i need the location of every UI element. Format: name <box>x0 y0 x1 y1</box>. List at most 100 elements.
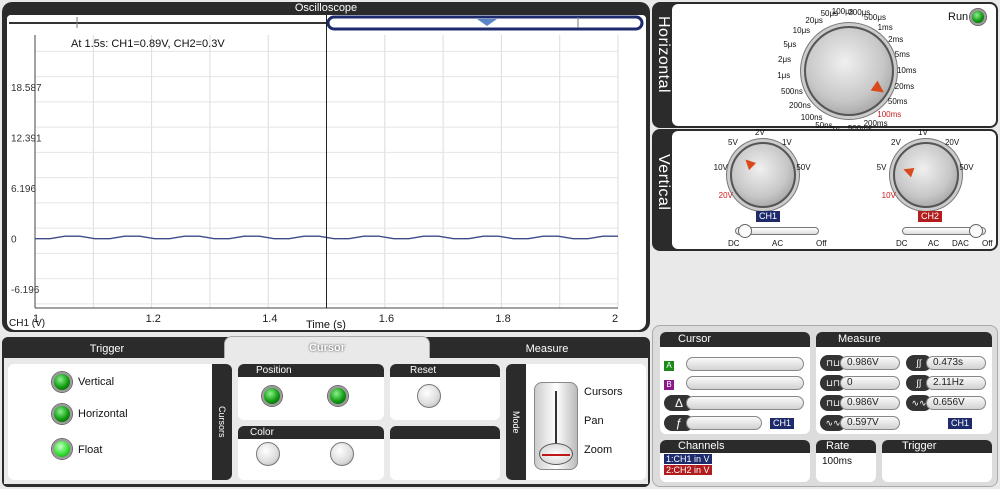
x-axis-label: Time (s) <box>306 319 346 330</box>
cursor-panel: Cursor A B Δ ƒ CH1 <box>660 332 810 434</box>
timebase-tick[interactable]: 5ms <box>895 50 910 59</box>
mode-zoom[interactable]: Zoom <box>584 444 612 456</box>
timebase-tick[interactable]: 50μs <box>821 9 839 18</box>
ch2-volts-tick[interactable]: 1V <box>918 128 928 137</box>
cursor-channel-badge[interactable]: CH1 <box>770 418 795 429</box>
cursor-readout: At 1.5s: CH1=0.89V, CH2=0.3V <box>71 38 225 50</box>
timebase-tick[interactable]: 100ns <box>801 113 823 122</box>
ch1-coupling-thumb[interactable] <box>738 224 752 238</box>
measure-value: 0 <box>840 376 900 390</box>
horizontal-led[interactable] <box>52 404 72 424</box>
measure-value: 0.473s <box>926 356 986 370</box>
timebase-tick[interactable]: 50ms <box>888 97 908 106</box>
ch2-ac-label: AC <box>928 239 940 248</box>
ch2-coupling-thumb[interactable] <box>969 224 983 238</box>
plot-area[interactable]: 18.587 12.391 6.196 0 -6.196 1 1.2 1.4 1.6 1.8 2 A… <box>7 15 646 330</box>
color-group: Color <box>238 426 384 480</box>
channel-2-item[interactable]: 2:CH2 in V <box>664 465 712 475</box>
tab-cursor[interactable]: Cursor <box>224 336 430 358</box>
ch2-volts-tick[interactable]: 5V <box>877 163 887 172</box>
vertical-content: 20V 10V 5V 2V 1V 50V 10V 5V 2V 1V 20V 50V CH1 CH2 D… <box>672 128 996 249</box>
timebase-tick[interactable]: 500ns <box>781 87 803 96</box>
cursor-delta-value <box>686 396 804 410</box>
tab-measure[interactable]: Measure <box>444 338 650 360</box>
timebase-knob[interactable] <box>804 26 894 116</box>
float-led[interactable] <box>52 439 72 459</box>
reset-button[interactable] <box>417 384 441 408</box>
ch2-coupling-slider[interactable] <box>902 224 986 238</box>
ch2-volts-tick[interactable]: 50V <box>959 163 973 172</box>
ch2-volts-tick[interactable]: 20V <box>945 138 959 147</box>
mode-cursors[interactable]: Cursors <box>584 386 623 398</box>
y-tick-label: 0 <box>11 235 17 246</box>
timebase-tick[interactable]: 1μs <box>777 71 790 80</box>
channels-panel: Channels 1:CH1 in V 2:CH2 in V <box>660 440 810 482</box>
mode-switch[interactable] <box>534 382 578 470</box>
ch2-volts-knob[interactable] <box>893 142 959 208</box>
timebase-tick[interactable]: 5μs <box>783 40 796 49</box>
ch1-volts-tick[interactable]: 1V <box>782 138 792 147</box>
measure-panel: Measure ⊓⊔ 0.986V ∫∫ 0.473s ⊔⊓ 0 ∫∫ 2.11Hz ⊓⊔ 0.9… <box>816 332 992 434</box>
mode-pan[interactable]: Pan <box>584 415 604 427</box>
ch2-volts-tick[interactable]: 2V <box>891 138 901 147</box>
run-button[interactable] <box>970 9 986 25</box>
timebase-tick[interactable]: 2μs <box>778 55 791 64</box>
waveform-chart[interactable]: 18.58712.3916.1960-6.1961 1.2 1.4 1.6 1.8 2 <box>7 15 646 330</box>
cursor-a-value <box>686 357 804 371</box>
ch1-coupling-slider[interactable] <box>735 224 819 238</box>
mode-group: Mode Cursors Pan Zoom <box>506 364 646 480</box>
vertical-panel: Vertical 20V 10V 5V 2V 1V 50V 10V 5V 2V 1V 20V 50V … <box>652 128 998 251</box>
ch2-volts-tick[interactable]: 10V <box>882 191 896 200</box>
x-tick-label: 1.8 <box>495 313 510 325</box>
cursor-frequency-value <box>686 416 762 430</box>
timebase-tick[interactable]: 2ms <box>888 35 903 44</box>
ch1-volts-tick[interactable]: 5V <box>728 138 738 147</box>
ch1-volts-tick[interactable]: 2V <box>755 128 765 137</box>
cursors-side-label: Cursors <box>212 364 232 480</box>
color-b-button[interactable] <box>330 442 354 466</box>
measure-channel-badge[interactable]: CH1 <box>948 418 973 429</box>
ch2-off-label: Off <box>982 239 993 248</box>
channel-1-item[interactable]: 1:CH1 in V <box>664 454 712 464</box>
timebase-tick[interactable]: 500μs <box>864 13 886 22</box>
color-header: Color <box>238 426 384 439</box>
trigger-options: Vertical Horizontal Float Cursors <box>8 364 232 480</box>
cursor-a-marker: A <box>664 361 674 371</box>
timebase-tick[interactable]: 10ms <box>897 66 917 75</box>
ch1-volts-tick[interactable]: 10V <box>714 163 728 172</box>
mode-switch-knob[interactable] <box>539 443 573 465</box>
tab-trigger[interactable]: Trigger <box>4 338 210 360</box>
cursor-panel-header: Cursor <box>660 332 810 347</box>
measure-value: 0.986V <box>840 356 900 370</box>
timebase-tick[interactable]: 100ms <box>877 110 901 119</box>
x-tick-label: 1.6 <box>379 313 394 325</box>
reset-header: Reset <box>390 364 500 377</box>
timebase-tick[interactable]: 10μs <box>793 26 811 35</box>
position-header: Position <box>238 364 384 377</box>
ch2-dc-label: DC <box>896 239 908 248</box>
cursor-b-value <box>686 376 804 390</box>
x-tick-label: 2 <box>612 313 618 325</box>
measure-value: 2.11Hz <box>926 376 986 390</box>
vertical-led[interactable] <box>52 372 72 392</box>
ch1-dc-label: DC <box>728 239 740 248</box>
float-option-label: Float <box>78 444 103 456</box>
ch1-volts-tick[interactable]: 20V <box>719 191 733 200</box>
timebase-tick[interactable]: 1ms <box>878 23 893 32</box>
horizontal-tab: Horizontal <box>655 16 672 94</box>
mode-knob-line <box>542 454 570 456</box>
empty-group <box>390 426 500 480</box>
ch1-volts-knob[interactable] <box>730 142 796 208</box>
timebase-tick[interactable]: 200ns <box>789 101 811 110</box>
position-b-button[interactable] <box>328 386 348 406</box>
oscilloscope-panel: Oscilloscope 18.587 12.391 6.196 0 -6.196 1 1.… <box>2 2 650 332</box>
position-a-button[interactable] <box>262 386 282 406</box>
position-group: Position <box>238 364 384 420</box>
empty-header <box>390 426 500 439</box>
color-a-button[interactable] <box>256 442 280 466</box>
timebase-tick[interactable]: 20ms <box>895 82 915 91</box>
ch2-badge: CH2 <box>918 211 943 222</box>
horizontal-panel: Horizontal 100μs 200μs 500μs 1ms 2ms 5ms 10ms 2… <box>652 2 998 134</box>
horizontal-option-label: Horizontal <box>78 408 128 420</box>
ch1-volts-tick[interactable]: 50V <box>796 163 810 172</box>
